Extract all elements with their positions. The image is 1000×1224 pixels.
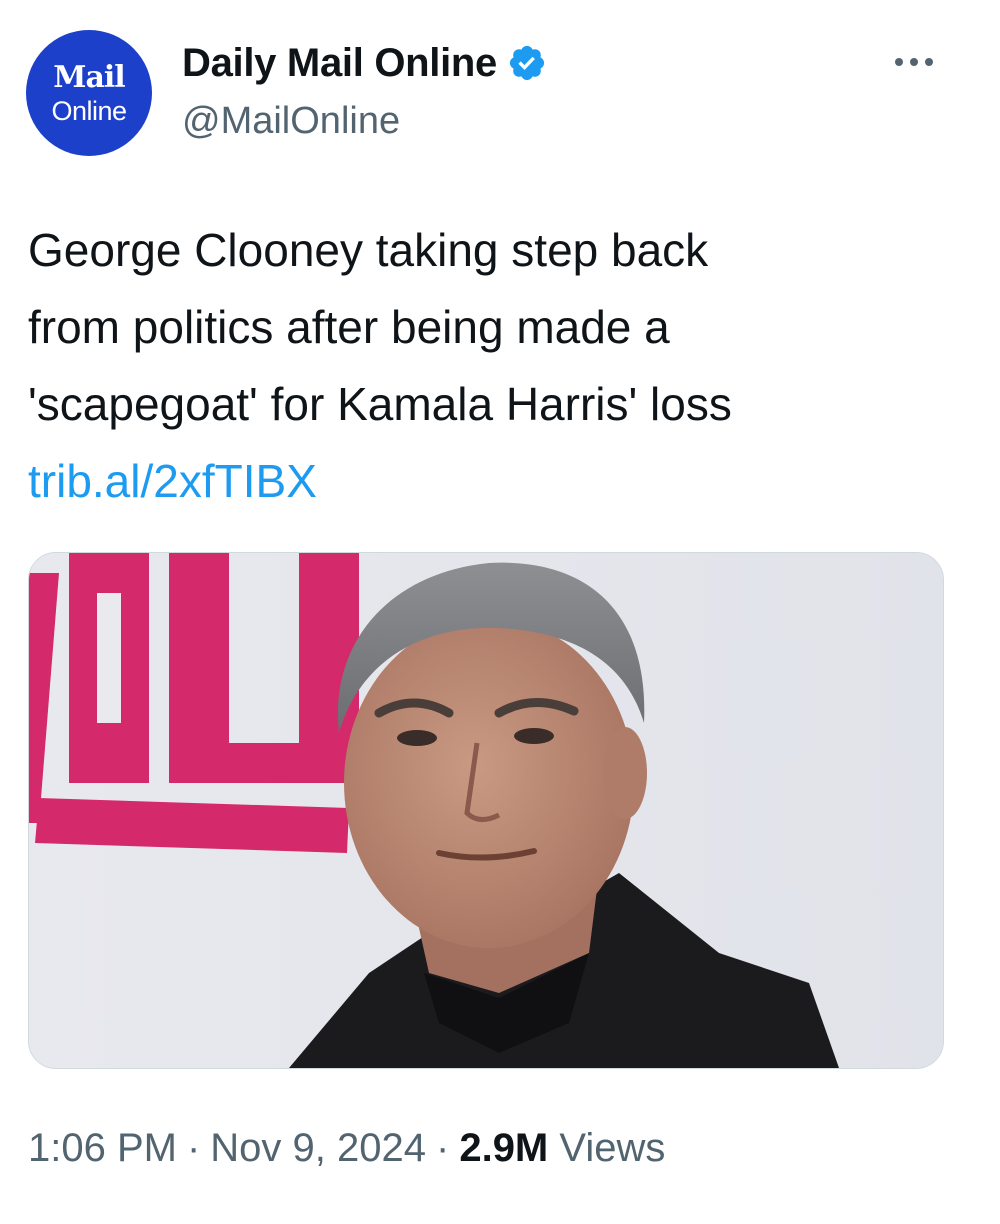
tweet-text-line: George Clooney taking step back [28,224,709,276]
tweet-text-line: 'scapegoat' for Kamala Harris' loss [28,378,732,430]
more-dot [925,58,933,66]
photo-illustration [29,553,943,1068]
views-count[interactable]: 2.9M [459,1126,548,1170]
more-dot [910,58,918,66]
separator: · [186,1126,201,1170]
tweet-time[interactable]: 1:06 PM [28,1126,177,1170]
handle[interactable]: @MailOnline [182,100,400,143]
tweet-date[interactable]: Nov 9, 2024 [210,1126,426,1170]
tweet-text: George Clooney taking step back from pol… [28,212,958,520]
tweet-meta: 1:06 PM · Nov 9, 2024 · 2.9M Views [28,1126,665,1171]
avatar-logo-bottom: Online [51,96,127,126]
display-name[interactable]: Daily Mail Online [182,41,497,86]
tweet-card: Mail Online Daily Mail Online @MailOnlin… [0,0,1000,1224]
media-image[interactable] [28,552,944,1069]
tweet-link[interactable]: trib.al/2xfTIBX [28,443,958,520]
name-row: Daily Mail Online [182,38,547,88]
views-label: Views [559,1126,666,1170]
more-dot [895,58,903,66]
more-options-icon[interactable] [884,44,944,80]
verified-badge-icon[interactable] [507,43,547,83]
avatar[interactable]: Mail Online [26,30,152,156]
tweet-text-line: from politics after being made a [28,301,670,353]
separator: · [436,1126,450,1170]
avatar-logo-top: Mail [53,60,125,95]
